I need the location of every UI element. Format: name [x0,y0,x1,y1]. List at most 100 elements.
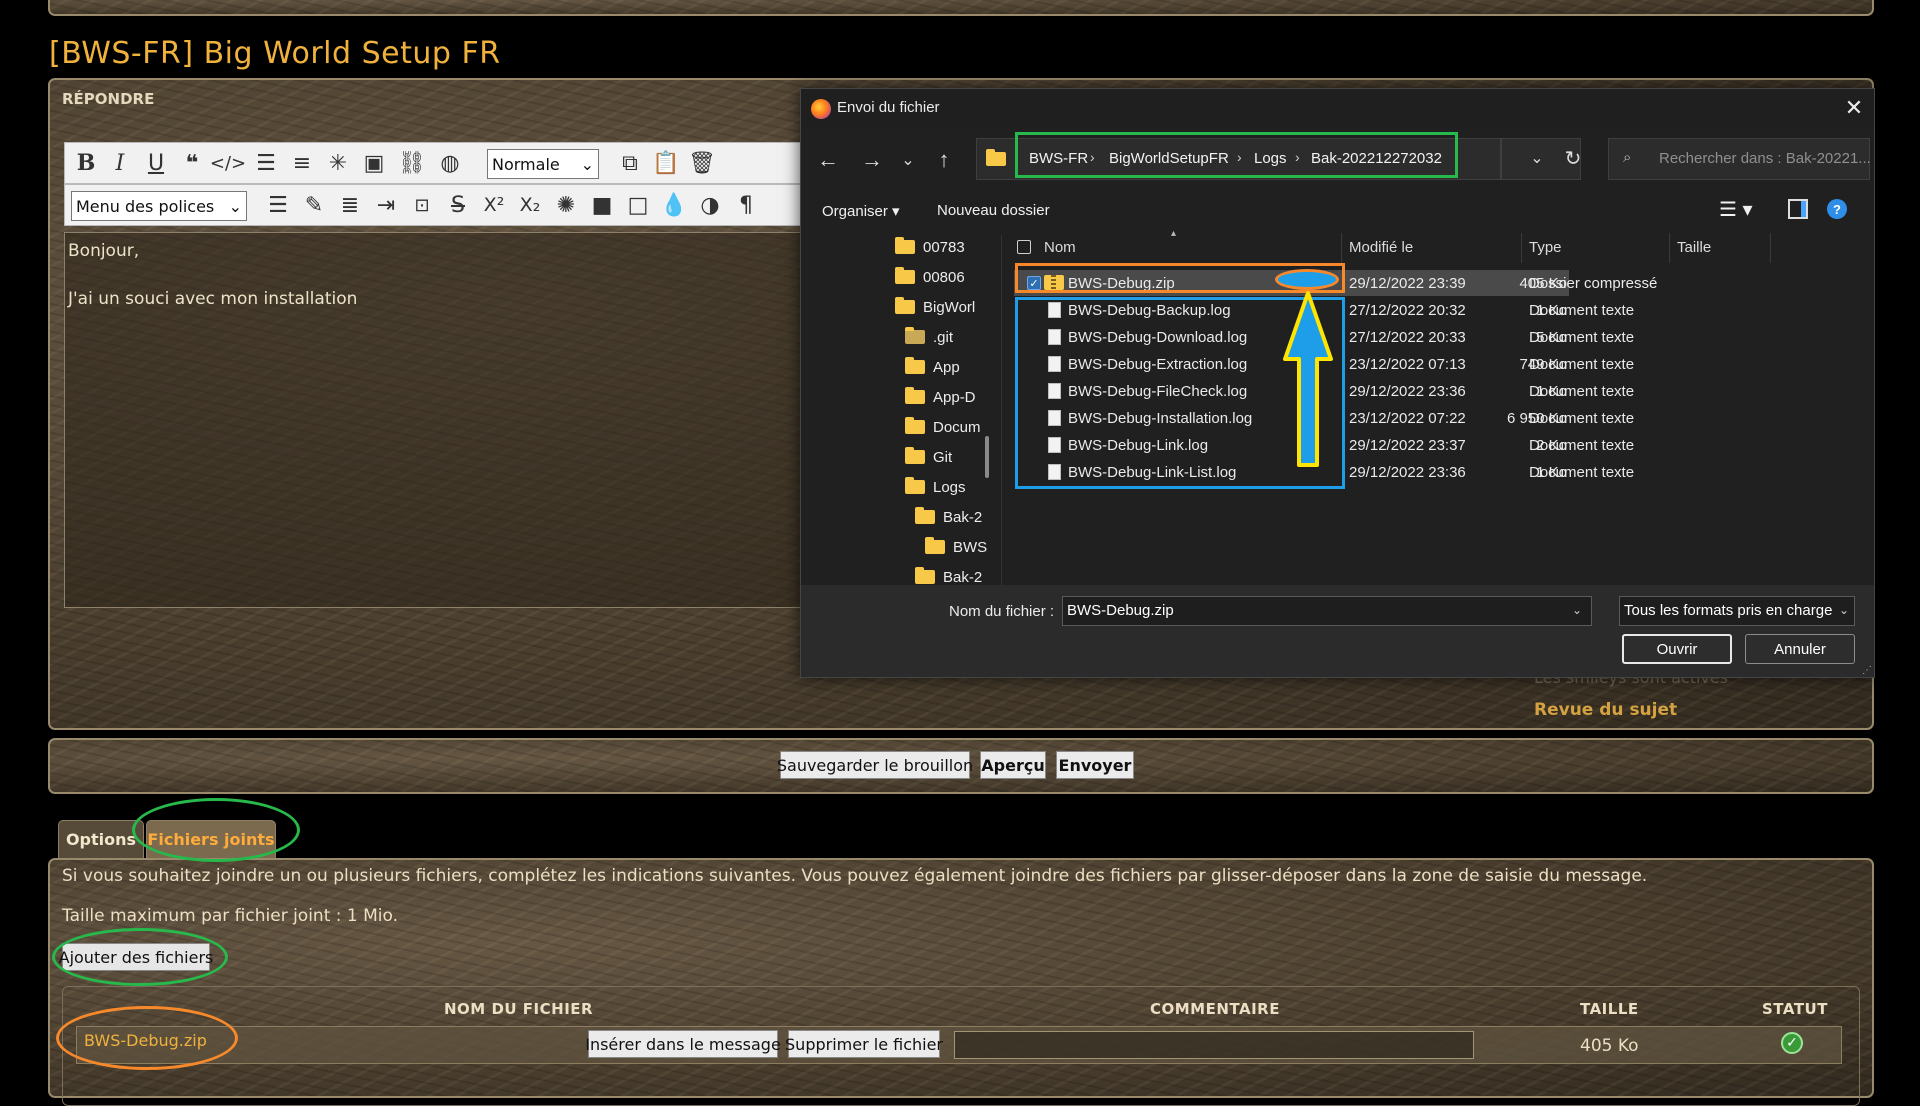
tree-item[interactable]: Bak-2 [915,505,982,529]
message-textarea[interactable]: Bonjour, J'ai un souci avec mon installa… [64,232,804,608]
col-modified[interactable]: Modifié le [1349,239,1413,256]
strikethrough-icon[interactable]: S [441,185,475,225]
trash-icon[interactable]: 🗑 [685,143,719,183]
copy-icon[interactable]: ⧉ [613,143,647,183]
file-row[interactable]: BWS-Debug-Extraction.log 23/12/2022 07:13… [1014,351,1634,377]
tree-item[interactable]: Docum [905,415,981,439]
row-checkbox[interactable]: ✓ [1027,276,1041,290]
italic-icon[interactable]: I [103,143,137,183]
organize-menu[interactable]: Organiser ▾ [822,202,900,220]
filename-dropdown-icon[interactable]: ⌄ [1572,603,1582,617]
view-options-icon[interactable]: ☰ ▾ [1719,197,1753,222]
save-draft-button[interactable]: Sauvegarder le brouillon [777,751,973,779]
address-dropdown-icon[interactable]: ⌄ [1520,141,1554,175]
tree-scrollbar[interactable] [985,436,989,478]
tree-item[interactable]: App-D [905,385,976,409]
tree-item[interactable]: 00783 [895,235,965,259]
refresh-icon[interactable]: ↻ [1556,141,1590,175]
filename-label: Nom du fichier : [949,603,1055,620]
breadcrumb-item[interactable]: BWS-FR [1029,150,1088,167]
tree-item[interactable]: BWS [925,535,987,559]
insert-in-message-button[interactable]: Insérer dans le message [585,1030,781,1058]
opacity-icon[interactable]: ◑ [693,185,727,225]
comment-field[interactable] [954,1031,1474,1059]
tree-item[interactable]: 00806 [895,265,965,289]
paste-icon[interactable]: 📋 [649,143,683,183]
bold-icon[interactable]: B [69,143,103,183]
breadcrumb-item[interactable]: Bak-202212272032 [1311,150,1442,167]
drop-icon[interactable]: 💧 [657,185,691,225]
file-row[interactable]: BWS-Debug-Link.log 29/12/2022 23:37 Docume… [1014,432,1634,458]
new-folder-button[interactable]: Nouveau dossier [937,202,1050,219]
col-type[interactable]: Type [1529,239,1562,256]
help-icon[interactable]: ? [1827,199,1847,219]
delete-file-button[interactable]: Supprimer le fichier [785,1030,943,1058]
recent-chevron-icon[interactable]: ⌄ [891,143,925,177]
back-arrow-icon[interactable]: ← [811,143,845,177]
topic-review-link[interactable]: Revue du sujet [1534,700,1677,720]
filetype-select[interactable]: Tous les formats pris en charge [1619,596,1855,626]
attachment-file-link[interactable]: BWS-Debug.zip [84,1031,207,1050]
font-menu-select[interactable]: Menu des polices ⌄ [71,191,247,221]
forward-arrow-icon[interactable]: → [855,143,889,177]
up-arrow-icon[interactable]: ↑ [927,143,961,177]
pane-divider[interactable] [1001,235,1002,587]
bulleted-list-icon[interactable]: ☰ [249,143,283,183]
filetype-dropdown-icon[interactable]: ⌄ [1839,603,1849,617]
text-box-icon[interactable]: ⊡ [405,185,439,225]
font-size-select[interactable]: Normale ⌄ [487,149,599,179]
align-center-icon[interactable]: ☰ [261,185,295,225]
list-item-icon[interactable]: ✳ [321,143,355,183]
tree-item[interactable]: BigWorl [895,295,975,319]
indent-icon[interactable]: ⇥ [369,185,403,225]
column-separator[interactable] [1521,233,1522,263]
close-icon[interactable]: ✕ [1839,93,1869,123]
file-row[interactable]: BWS-Debug-Download.log 27/12/2022 20:33 Do… [1014,324,1634,350]
tab-options[interactable]: Options [58,820,144,858]
sparkle-icon[interactable]: ✺ [549,185,583,225]
col-name[interactable]: Nom [1044,239,1076,256]
image-icon[interactable]: ▣ [357,143,391,183]
tree-item[interactable]: Logs [905,475,966,499]
submit-button[interactable]: Envoyer [1056,751,1134,779]
open-button[interactable]: Ouvrir [1622,634,1732,664]
preview-pane-icon[interactable] [1788,199,1808,219]
color-palette-icon[interactable]: ◍ [433,143,467,183]
align-justify-icon[interactable]: ≣ [333,185,367,225]
file-row[interactable]: BWS-Debug-Backup.log 27/12/2022 20:32 Docu… [1014,297,1634,323]
link-icon[interactable]: ⛓ [395,143,429,183]
file-row[interactable]: BWS-Debug-Link-List.log 29/12/2022 23:36 D… [1014,459,1634,485]
preview-button[interactable]: Aperçu [980,751,1046,779]
tab-attachments[interactable]: Fichiers joints [146,820,276,858]
column-separator[interactable] [1669,233,1670,263]
tree-item[interactable]: Bak-2 [915,565,982,587]
page-title[interactable]: [BWS-FR] Big World Setup FR [49,36,501,71]
add-files-button[interactable]: Ajouter des fichiers [59,943,213,971]
filename-input[interactable]: BWS-Debug.zip [1062,596,1592,626]
cancel-button[interactable]: Annuler [1745,634,1855,664]
file-row[interactable]: BWS-Debug-Installation.log 23/12/2022 07:… [1014,405,1634,431]
resize-grip-icon[interactable]: ⋰ [1862,665,1872,676]
quote-icon[interactable]: ❝ [175,143,209,183]
shadow-box-icon[interactable]: ■ [585,185,619,225]
paragraph-icon[interactable]: ¶ [729,185,763,225]
superscript-icon[interactable]: X² [477,185,511,225]
border-box-icon[interactable]: □ [621,185,655,225]
numbered-list-icon[interactable]: ≡ [285,143,319,183]
select-all-checkbox[interactable] [1017,240,1031,254]
subscript-icon[interactable]: X₂ [513,185,547,225]
highlight-pen-icon[interactable]: ✎ [297,185,331,225]
breadcrumb-item[interactable]: BigWorldSetupFR [1109,150,1229,167]
folder-icon [915,567,935,584]
underline-icon[interactable]: U [139,143,173,183]
column-separator[interactable] [1341,233,1342,263]
tree-item[interactable]: Git [905,445,952,469]
tree-item[interactable]: App [905,355,960,379]
file-row[interactable]: BWS-Debug-FileCheck.log 29/12/2022 23:36 D… [1014,378,1634,404]
col-size[interactable]: Taille [1677,239,1711,256]
code-icon[interactable]: </> [210,143,246,183]
tree-item[interactable]: .git [905,325,953,349]
breadcrumb-item[interactable]: Logs [1254,150,1287,167]
file-row[interactable]: ✓ BWS-Debug.zip 29/12/2022 23:39 Dossier co… [1014,270,1657,296]
column-separator[interactable] [1770,233,1771,263]
